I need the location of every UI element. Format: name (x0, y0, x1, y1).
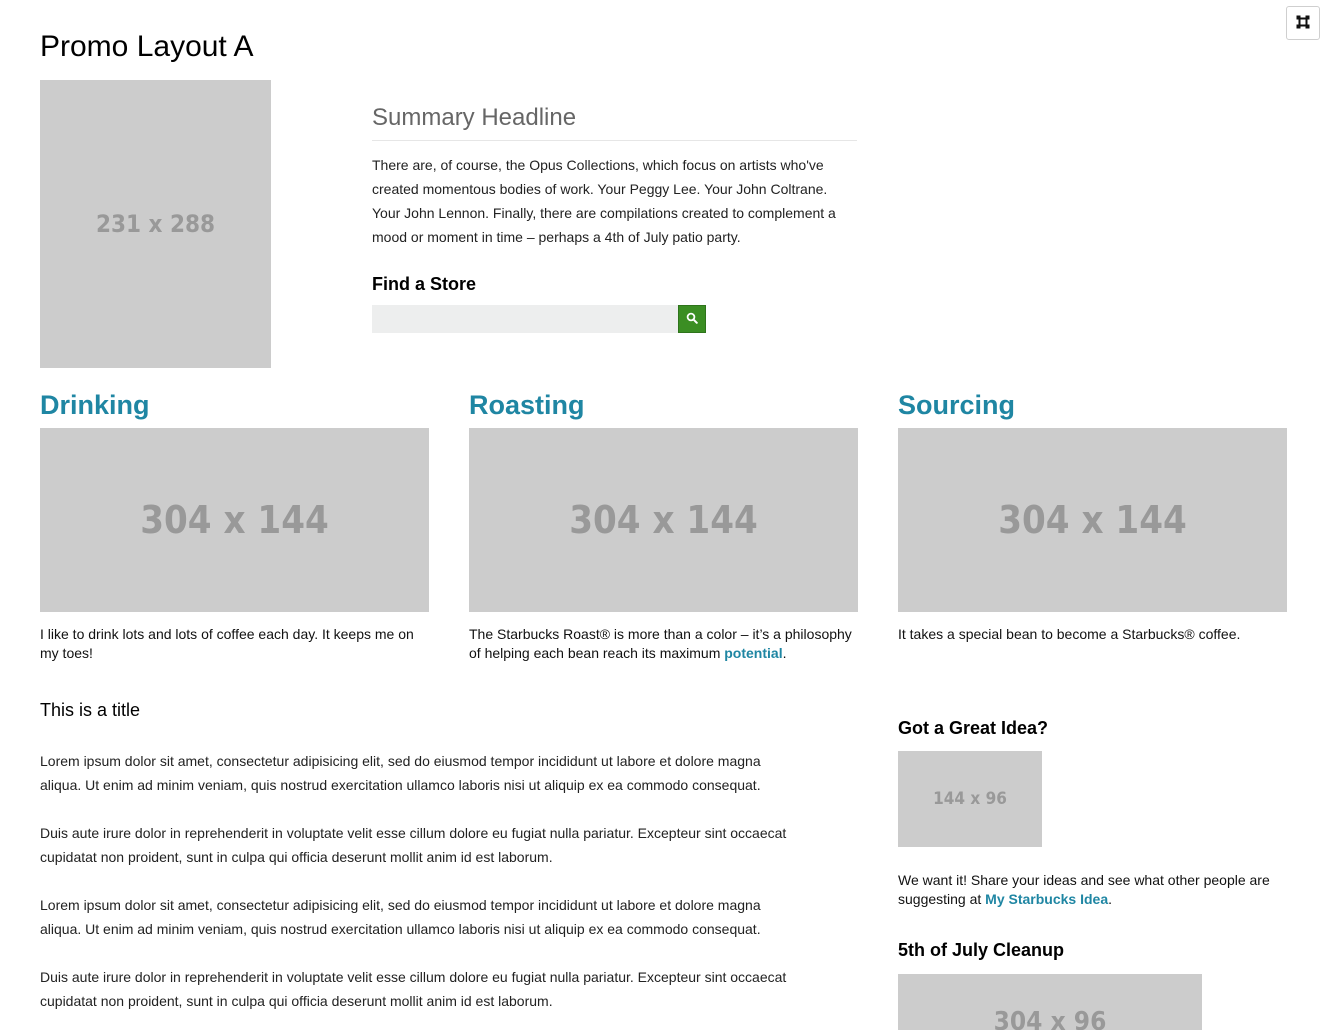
summary-text: There are, of course, the Opus Collectio… (372, 157, 836, 245)
sourcing-image-label: 304 x 144 (998, 498, 1187, 542)
hero-image-placeholder: 231 x 288 (40, 80, 271, 368)
summary-headline: Summary Headline (372, 102, 857, 141)
cleanup-title: 5th of July Cleanup (898, 940, 1065, 960)
sourcing-text: It takes a special bean to become a Star… (898, 626, 1241, 642)
cleanup-image-label: 304 x 96 (993, 1007, 1107, 1030)
roasting-text: The Starbucks Roast® is more than a colo… (469, 625, 859, 663)
promo-column-roasting: Roasting 304 x 144 The Starbucks Roast® … (469, 389, 858, 663)
article-paragraph: Duis aute irure dolor in reprehenderit i… (40, 969, 787, 1009)
find-store-heading: Find a Store (372, 274, 477, 294)
article-paragraph: Lorem ipsum dolor sit amet, consectetur … (40, 753, 761, 793)
page-title: Promo Layout A (40, 30, 254, 63)
idea-title: Got a Great Idea? (898, 718, 1049, 738)
article-paragraph: Lorem ipsum dolor sit amet, consectetur … (40, 897, 761, 937)
store-search-input[interactable] (372, 305, 678, 333)
roasting-text-after: . (782, 645, 787, 661)
drinking-image-placeholder: 304 x 144 (40, 428, 429, 612)
roasting-image-label: 304 x 144 (569, 498, 758, 542)
my-starbucks-idea-link[interactable]: My Starbucks Idea (985, 891, 1108, 907)
roasting-image-placeholder: 304 x 144 (469, 428, 858, 612)
roasting-text-before: The Starbucks Roast® is more than a colo… (469, 626, 852, 661)
promo-column-sourcing: Sourcing 304 x 144 It takes a special be… (898, 389, 1287, 644)
idea-text-after: . (1108, 891, 1112, 907)
fullscreen-button[interactable] (1286, 6, 1320, 40)
promo-column-drinking: Drinking 304 x 144 I like to drink lots … (40, 389, 429, 663)
idea-text: We want it! Share your ideas and see wha… (898, 871, 1288, 909)
sourcing-title[interactable]: Sourcing (898, 389, 1287, 421)
potential-link[interactable]: potential (724, 645, 782, 661)
cleanup-image-placeholder: 304 x 96 (898, 974, 1202, 1030)
drinking-image-label: 304 x 144 (140, 498, 329, 542)
store-search-button[interactable] (678, 305, 706, 333)
search-icon (686, 312, 698, 327)
article-paragraph: Duis aute irure dolor in reprehenderit i… (40, 825, 787, 865)
idea-image-placeholder: 144 x 96 (898, 751, 1042, 847)
fullscreen-icon (1296, 15, 1310, 32)
drinking-text: I like to drink lots and lots of coffee … (40, 626, 414, 661)
sourcing-image-placeholder: 304 x 144 (898, 428, 1287, 612)
article-title: This is a title (40, 700, 141, 720)
drinking-title[interactable]: Drinking (40, 389, 429, 421)
roasting-title[interactable]: Roasting (469, 389, 858, 421)
idea-image-label: 144 x 96 (933, 789, 1007, 809)
hero-image-label: 231 x 288 (95, 210, 216, 238)
